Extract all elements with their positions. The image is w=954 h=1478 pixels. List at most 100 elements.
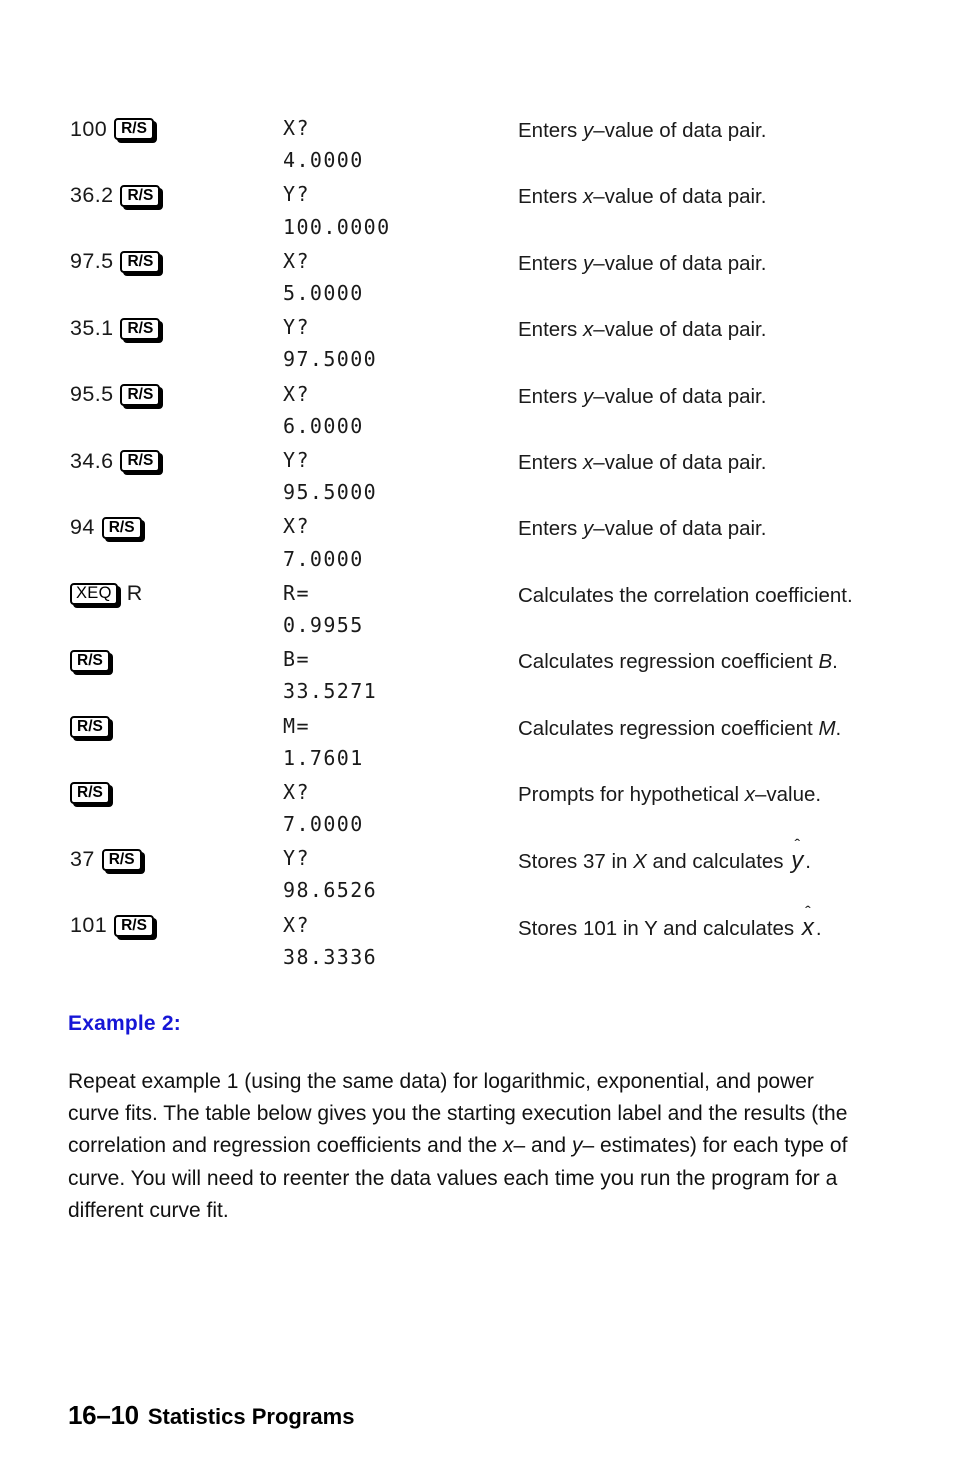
display-value-line: 98.6526 (283, 878, 378, 903)
example-2-block: Example 2: Repeat example 1 (using the s… (68, 1012, 868, 1227)
description-text: Calculates the correlation coefficient. (518, 583, 853, 607)
description-text-tail: –value of data pair. (593, 119, 767, 142)
keystroke-row: 37 R/S Y? 98.6526 Stores 37 in X and calcula… (70, 837, 890, 908)
description-cell: Enters y–value of data pair. (518, 382, 890, 412)
description-text: Calculates regression coefficient (518, 716, 819, 740)
paragraph-var-y: y (571, 1134, 583, 1158)
description-text: Enters (518, 450, 583, 474)
keystroke-cell: XEQ R (70, 582, 280, 606)
display-prompt-line: X? (283, 248, 310, 273)
description-text: Enters (518, 185, 583, 209)
keystroke-row: R/S M= 1.7601 Calculates regression coeffic… (70, 710, 890, 776)
description-cell: Enters x–value of data pair. (518, 182, 890, 212)
run-stop-key-button[interactable]: R/S (114, 118, 154, 141)
entered-number: 34.6 (70, 448, 114, 473)
description-variable: x (582, 450, 594, 474)
entered-number: 101 (70, 913, 108, 938)
hat-variable: xˆ (800, 904, 816, 943)
run-stop-key-button[interactable]: R/S (120, 184, 161, 207)
description-cell: Stores 101 in Y and calculates xˆ. (518, 904, 890, 944)
keystroke-cell: 34.6 R/S (70, 449, 280, 473)
description-text-tail: –value of data pair. (593, 185, 767, 209)
run-stop-key-button[interactable]: R/S (101, 848, 142, 871)
keystroke-cell: 37 R/S (70, 847, 280, 871)
description-text: Prompts for hypothetical (518, 782, 745, 806)
run-stop-key-button[interactable]: R/S (101, 516, 142, 539)
display-prompt-line: X? (283, 779, 310, 804)
display-value-line: 7.0000 (283, 812, 364, 837)
keystroke-row: 101 R/S X? 38.3336 Stores 101 in Y and calcu… (70, 904, 890, 975)
description-cell: Enters x–value of data pair. (518, 448, 890, 478)
description-cell: Stores 37 in X and calculates yˆ. (518, 837, 890, 877)
keystroke-cell: 94 R/S (70, 515, 280, 539)
run-stop-key-button[interactable]: R/S (120, 450, 161, 473)
calculator-display: X? 38.3336 (283, 909, 513, 975)
description-text-tail: –value of data pair. (593, 384, 767, 408)
run-stop-key-button[interactable]: R/S (70, 715, 110, 738)
display-value-line: 5.0000 (283, 280, 364, 305)
keystroke-row: R/S X? 7.0000 Prompts for hypothetical x–va… (70, 776, 890, 842)
description-cell: Calculates regression coefficient M. (518, 714, 890, 744)
description-text-tail: and calculates (646, 850, 790, 874)
keystroke-cell: R/S (70, 648, 280, 672)
calculator-display: Y? 95.5000 (283, 444, 513, 510)
display-prompt-line: Y? (283, 315, 310, 340)
description-variable: y (582, 384, 594, 408)
keystroke-row: 36.2 R/S Y? 100.0000 Enters x–value of data … (70, 178, 890, 244)
description-text-tail: –value of data pair. (593, 450, 767, 474)
calculator-display: B= 33.5271 (283, 643, 513, 709)
description-text: Stores 101 in Y and calculates (518, 916, 800, 940)
paragraph-var-x: x (503, 1134, 514, 1158)
description-variable: M (818, 716, 836, 740)
keystroke-cell: 95.5 R/S (70, 383, 280, 407)
description-cell: Prompts for hypothetical x–value. (518, 780, 890, 810)
display-value-line: 4.0000 (283, 148, 364, 173)
calculator-display: Y? 100.0000 (283, 178, 513, 244)
display-value-line: 0.9955 (283, 612, 364, 637)
program-label: R (126, 581, 143, 606)
run-stop-key-button[interactable]: R/S (70, 782, 110, 805)
circumflex-accent-icon: ˆ (794, 836, 801, 856)
description-cell: Enters y–value of data pair. (518, 514, 890, 544)
keystroke-row: 35.1 R/S Y? 97.5000 Enters x–value of data p… (70, 311, 890, 377)
display-prompt-line: B= (283, 647, 310, 672)
description-cell: Enters y–value of data pair. (518, 116, 890, 146)
hat-variable: yˆ (789, 837, 805, 876)
entered-number: 95.5 (70, 382, 114, 407)
description-cell: Enters x–value of data pair. (518, 315, 890, 345)
run-stop-key-button[interactable]: R/S (70, 649, 110, 672)
circumflex-accent-icon: ˆ (805, 902, 811, 922)
keystroke-cell: R/S (70, 715, 280, 739)
run-stop-key-button[interactable]: R/S (120, 384, 161, 407)
run-stop-key-button[interactable]: R/S (114, 915, 154, 938)
example-2-paragraph: Repeat example 1 (using the same data) f… (68, 1066, 868, 1227)
display-prompt-line: X? (283, 912, 310, 937)
run-stop-key-button[interactable]: R/S (120, 251, 161, 274)
description-variable: y (582, 251, 594, 275)
display-value-line: 97.5000 (283, 347, 378, 372)
description-text: Enters (518, 517, 583, 541)
description-text: Enters (518, 318, 583, 342)
display-value-line: 95.5000 (283, 480, 378, 505)
description-cell: Calculates the correlation coefficient. (518, 581, 890, 611)
entered-number: 36.2 (70, 183, 114, 208)
run-stop-key-button[interactable]: R/S (120, 317, 161, 340)
display-value-line: 38.3336 (283, 944, 378, 969)
keystroke-row: 100 R/S X? 4.0000 Enters y–value of data pai… (70, 112, 890, 178)
description-period: . (805, 850, 811, 874)
entered-number: 37 (70, 847, 95, 871)
display-prompt-line: Y? (283, 846, 310, 871)
xeq-key-button[interactable]: XEQ (70, 583, 118, 606)
keystroke-row: 34.6 R/S Y? 95.5000 Enters x–value of data p… (70, 444, 890, 510)
description-text-tail: –value of data pair. (593, 251, 767, 275)
description-variable: x (744, 782, 755, 806)
keystroke-cell: 100 R/S (70, 117, 280, 141)
display-value-line: 7.0000 (283, 546, 364, 571)
description-text: Calculates regression coefficient (518, 650, 819, 674)
entered-number: 97.5 (70, 249, 114, 274)
description-variable: y (582, 119, 594, 142)
description-cell: Enters y–value of data pair. (518, 249, 890, 279)
display-prompt-line: X? (283, 514, 310, 539)
calculator-display: X? 6.0000 (283, 378, 513, 444)
description-variable: B (818, 650, 833, 674)
